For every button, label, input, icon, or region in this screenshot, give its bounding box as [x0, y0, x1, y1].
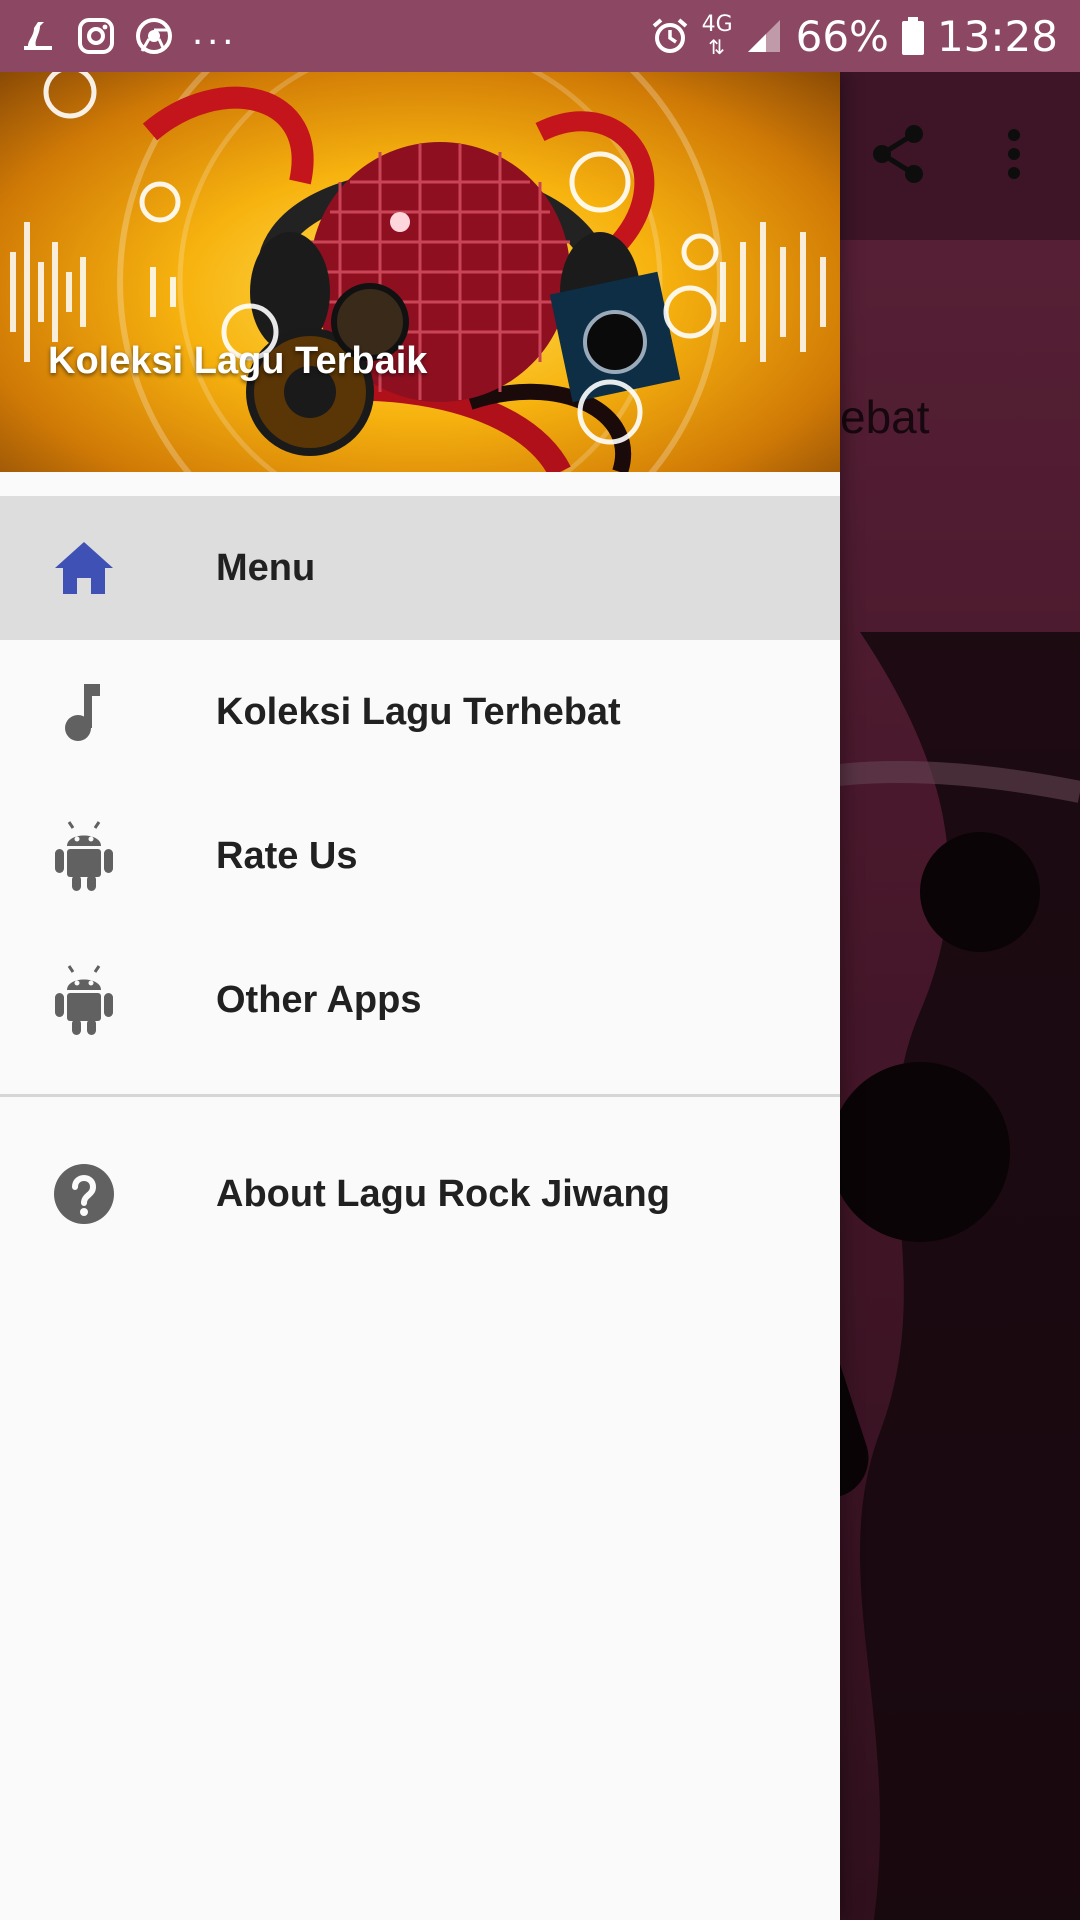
drawer-item-label: Koleksi Lagu Terhebat: [216, 690, 621, 733]
signal-icon: [744, 16, 784, 56]
header-artwork: [10, 72, 826, 472]
music-note-icon: [50, 678, 118, 746]
drawer-item-label: Menu: [216, 546, 316, 589]
drawer-header: Koleksi Lagu Terbaik: [0, 72, 840, 472]
drawer-menu: Menu Koleksi Lagu Terhebat Rate Us Other…: [0, 496, 840, 1269]
drawer-divider: [0, 1094, 840, 1097]
alarm-icon: [650, 16, 690, 56]
screen: ... 4G ⇅ 66% 13:28 ebat Koleksi Lagu Ter…: [0, 0, 1080, 1920]
status-system: 4G ⇅ 66% 13:28: [650, 8, 1058, 64]
drawer-item-label: Rate Us: [216, 834, 358, 877]
help-icon: [50, 1160, 118, 1228]
android-icon: [50, 821, 118, 891]
network-type: 4G ⇅: [701, 11, 733, 59]
notification-icon: [18, 16, 58, 56]
status-notifications: ...: [18, 8, 238, 62]
drawer-item-label: Other Apps: [216, 978, 422, 1021]
clock: 13:28: [936, 11, 1058, 61]
battery-percentage: 66%: [795, 11, 889, 61]
drawer-item-other-apps[interactable]: Other Apps: [0, 928, 840, 1072]
navigation-drawer: Koleksi Lagu Terbaik Menu Koleksi Lagu T…: [0, 72, 840, 1920]
android-icon: [50, 965, 118, 1035]
instagram-icon: [76, 16, 116, 56]
more-notifications-indicator: ...: [192, 8, 238, 53]
chrome-icon: [134, 16, 174, 56]
drawer-item-about[interactable]: About Lagu Rock Jiwang: [0, 1119, 840, 1269]
status-bar: ... 4G ⇅ 66% 13:28: [0, 0, 1080, 72]
drawer-item-label: About Lagu Rock Jiwang: [216, 1172, 670, 1215]
drawer-item-rate-us[interactable]: Rate Us: [0, 784, 840, 928]
drawer-header-title: Koleksi Lagu Terbaik: [48, 340, 428, 382]
drawer-item-menu[interactable]: Menu: [0, 496, 840, 640]
battery-icon: [901, 16, 925, 56]
home-icon: [50, 534, 118, 602]
drawer-item-koleksi-lagu-terhebat[interactable]: Koleksi Lagu Terhebat: [0, 640, 840, 784]
